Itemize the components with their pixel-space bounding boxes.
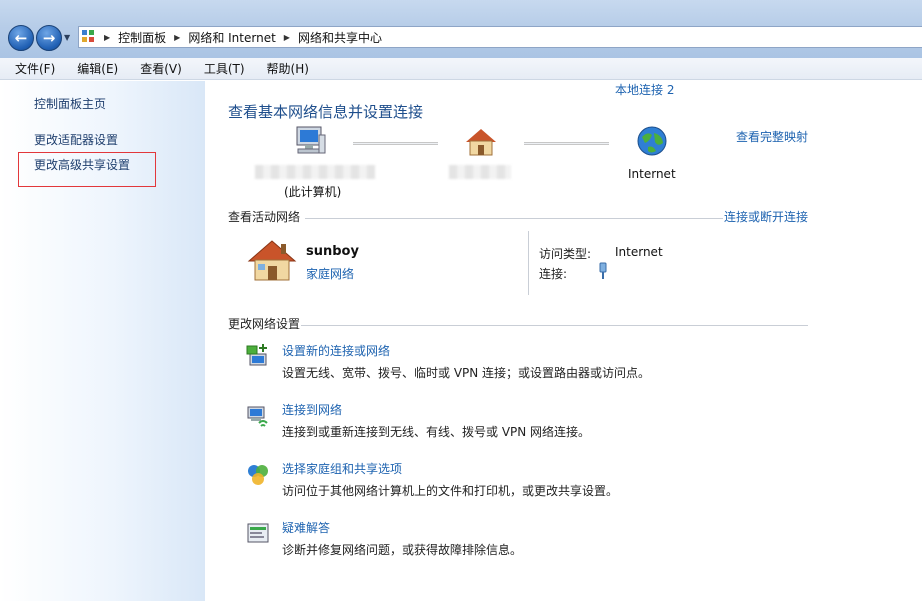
menu-view[interactable]: 查看(V) bbox=[132, 60, 182, 77]
control-panel-icon bbox=[82, 30, 96, 44]
homegroup-sharing-desc: 访问位于其他网络计算机上的文件和打印机，或更改共享设置。 bbox=[282, 484, 619, 498]
home-network-icon[interactable] bbox=[464, 127, 498, 157]
page-title: 查看基本网络信息并设置连接 bbox=[228, 103, 424, 121]
connect-network-link[interactable]: 连接到网络 bbox=[282, 401, 342, 418]
breadcrumb-separator-icon[interactable]: ▶ bbox=[284, 33, 290, 42]
connection-line bbox=[353, 142, 438, 145]
troubleshoot-icon bbox=[247, 523, 269, 543]
sidebar-item-change-adapter-settings[interactable]: 更改适配器设置 bbox=[34, 131, 118, 148]
menu-bar: 文件(F) 编辑(E) 查看(V) 工具(T) 帮助(H) bbox=[0, 58, 922, 80]
connect-network-icon bbox=[247, 406, 268, 427]
homegroup-sharing-link[interactable]: 选择家庭组和共享选项 bbox=[282, 460, 402, 477]
access-type-label: 访问类型: bbox=[539, 247, 592, 261]
network-type-link[interactable]: 家庭网络 bbox=[306, 265, 354, 282]
computer-icon[interactable] bbox=[291, 125, 327, 159]
main-content: 查看基本网络信息并设置连接 查看完整映射 (此计算机) Internet 查看活… bbox=[205, 81, 922, 601]
breadcrumb-network-sharing-center[interactable]: 网络和共享中心 bbox=[298, 29, 382, 46]
breadcrumb-separator-icon[interactable]: ▶ bbox=[104, 33, 110, 42]
menu-edit[interactable]: 编辑(E) bbox=[69, 60, 118, 77]
connection-value-link[interactable]: 本地连接 2 bbox=[615, 81, 674, 98]
title-bar: ← → ▼ ▶ 控制面板 ▶ 网络和 Internet ▶ 网络和共享中心 bbox=[0, 0, 922, 58]
new-connection-icon bbox=[246, 344, 267, 366]
vertical-divider bbox=[528, 231, 529, 295]
section-divider bbox=[301, 325, 808, 326]
connect-disconnect-link[interactable]: 连接或断开连接 bbox=[724, 208, 808, 225]
change-settings-heading: 更改网络设置 bbox=[228, 317, 301, 331]
active-networks-heading: 查看活动网络 bbox=[228, 210, 301, 224]
setup-connection-desc: 设置无线、宽带、拨号、临时或 VPN 连接；或设置路由器或访问点。 bbox=[282, 366, 651, 380]
this-computer-label: (此计算机) bbox=[284, 185, 342, 199]
breadcrumb-network-internet[interactable]: 网络和 Internet bbox=[188, 29, 275, 46]
view-full-map-link[interactable]: 查看完整映射 bbox=[736, 128, 808, 145]
back-arrow-icon: ← bbox=[14, 29, 28, 47]
breadcrumb-control-panel[interactable]: 控制面板 bbox=[118, 29, 166, 46]
breadcrumb-separator-icon[interactable]: ▶ bbox=[174, 33, 180, 42]
internet-globe-icon[interactable] bbox=[636, 125, 668, 157]
internet-label: Internet bbox=[628, 167, 676, 181]
menu-file[interactable]: 文件(F) bbox=[8, 60, 55, 77]
forward-arrow-icon: → bbox=[42, 29, 56, 47]
setup-connection-link[interactable]: 设置新的连接或网络 bbox=[282, 342, 390, 359]
troubleshoot-link[interactable]: 疑难解答 bbox=[282, 519, 330, 536]
computer-name-blurred bbox=[255, 165, 375, 179]
network-name-blurred bbox=[449, 165, 511, 179]
network-name: sunboy bbox=[306, 244, 359, 259]
connection-label: 连接: bbox=[539, 267, 568, 281]
troubleshoot-desc: 诊断并修复网络问题，或获得故障排除信息。 bbox=[282, 543, 523, 557]
back-button[interactable]: ← bbox=[8, 25, 34, 51]
highlight-annotation-box bbox=[18, 152, 156, 187]
ethernet-cable-icon bbox=[599, 262, 607, 279]
section-divider bbox=[305, 218, 723, 219]
forward-button[interactable]: → bbox=[36, 25, 62, 51]
connection-line bbox=[524, 142, 609, 145]
homegroup-icon bbox=[248, 465, 268, 485]
menu-tools[interactable]: 工具(T) bbox=[196, 60, 245, 77]
recent-pages-dropdown-icon[interactable]: ▼ bbox=[64, 33, 70, 42]
access-type-value: Internet bbox=[615, 245, 663, 259]
address-bar[interactable]: ▶ 控制面板 ▶ 网络和 Internet ▶ 网络和共享中心 bbox=[78, 26, 922, 48]
sidebar-item-control-panel-home[interactable]: 控制面板主页 bbox=[34, 95, 106, 112]
home-network-large-icon bbox=[247, 240, 297, 281]
connect-network-desc: 连接到或重新连接到无线、有线、拨号或 VPN 网络连接。 bbox=[282, 425, 591, 439]
menu-help[interactable]: 帮助(H) bbox=[259, 60, 309, 77]
